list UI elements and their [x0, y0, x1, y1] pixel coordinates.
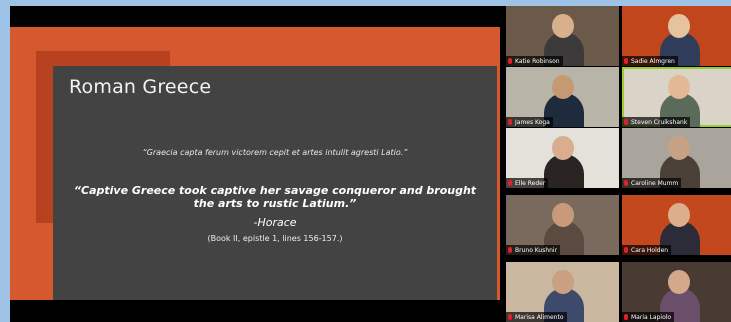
mic-muted-icon: [508, 119, 512, 125]
participant-face: [668, 14, 690, 38]
mic-muted-icon: [508, 247, 512, 253]
participant-tile[interactable]: Marisa Alimento: [506, 262, 619, 322]
mic-muted-icon: [624, 314, 628, 320]
participant-tile[interactable]: James Koga: [506, 67, 619, 127]
participant-face: [668, 270, 690, 294]
participant-tile[interactable]: Elle Reder: [506, 128, 619, 188]
participant-name: Bruno Kushnir: [515, 246, 558, 254]
participant-face: [552, 136, 574, 160]
english-quote-line-1: “Captive Greece took captive her savage …: [73, 184, 477, 197]
participant-name: Sadie Almgren: [631, 57, 675, 65]
participant-face: [668, 75, 690, 99]
mic-muted-icon: [624, 180, 628, 186]
participant-face: [668, 203, 690, 227]
participant-name: Caroline Mumm: [631, 179, 679, 187]
participant-tile[interactable]: Katie Robinson: [506, 6, 619, 66]
participant-face: [552, 75, 574, 99]
participant-face: [668, 136, 690, 160]
participant-nameplate: Sadie Almgren: [622, 56, 678, 66]
participant-tile[interactable]: Cara Holden: [622, 195, 731, 255]
participant-nameplate: Steven Cruikshank: [622, 117, 691, 127]
slide-content-panel: Roman Greece “Graecia capta ferum victor…: [53, 66, 497, 300]
participant-nameplate: Katie Robinson: [506, 56, 563, 66]
english-quote-line-2: the arts to rustic Latium.”: [193, 197, 357, 210]
participant-nameplate: Marisa Alimento: [506, 312, 567, 322]
participant-tile[interactable]: Bruno Kushnir: [506, 195, 619, 255]
latin-quote: “Graecia capta ferum victorem cepit et a…: [142, 148, 408, 157]
participant-tile[interactable]: Sadie Almgren: [622, 6, 731, 66]
participant-tile[interactable]: Maria Lapiolo: [622, 262, 731, 322]
participant-name: Marisa Alimento: [515, 313, 564, 321]
participant-name: Katie Robinson: [515, 57, 560, 65]
quote-author: -Horace: [253, 216, 297, 229]
participant-nameplate: Cara Holden: [622, 245, 672, 255]
participant-nameplate: Caroline Mumm: [622, 178, 682, 188]
participant-tile-active-speaker[interactable]: Steven Cruikshank: [622, 67, 731, 127]
participant-tile[interactable]: Caroline Mumm: [622, 128, 731, 188]
participant-name: Elle Reder: [515, 179, 546, 187]
participant-face: [552, 203, 574, 227]
participant-name: James Koga: [515, 118, 550, 126]
mic-muted-icon: [508, 314, 512, 320]
participant-nameplate: Maria Lapiolo: [622, 312, 675, 322]
participant-nameplate: Elle Reder: [506, 178, 549, 188]
mic-muted-icon: [508, 58, 512, 64]
participant-face: [552, 270, 574, 294]
slide-title: Roman Greece: [69, 76, 212, 98]
english-quote: “Captive Greece took captive her savage …: [53, 184, 497, 210]
zoom-meeting-window: Roman Greece “Graecia capta ferum victor…: [0, 0, 731, 322]
participant-nameplate: Bruno Kushnir: [506, 245, 561, 255]
shared-screen: Roman Greece “Graecia capta ferum victor…: [10, 27, 500, 300]
participant-name: Steven Cruikshank: [631, 118, 688, 126]
participant-name: Maria Lapiolo: [631, 313, 672, 321]
quote-citation: (Book II, epistle 1, lines 156-157.): [207, 234, 343, 243]
participant-face: [552, 14, 574, 38]
mic-muted-icon: [624, 58, 628, 64]
participant-nameplate: James Koga: [506, 117, 553, 127]
mic-muted-icon: [624, 119, 628, 125]
mic-muted-icon: [508, 180, 512, 186]
mic-muted-icon: [624, 247, 628, 253]
participant-name: Cara Holden: [631, 246, 669, 254]
